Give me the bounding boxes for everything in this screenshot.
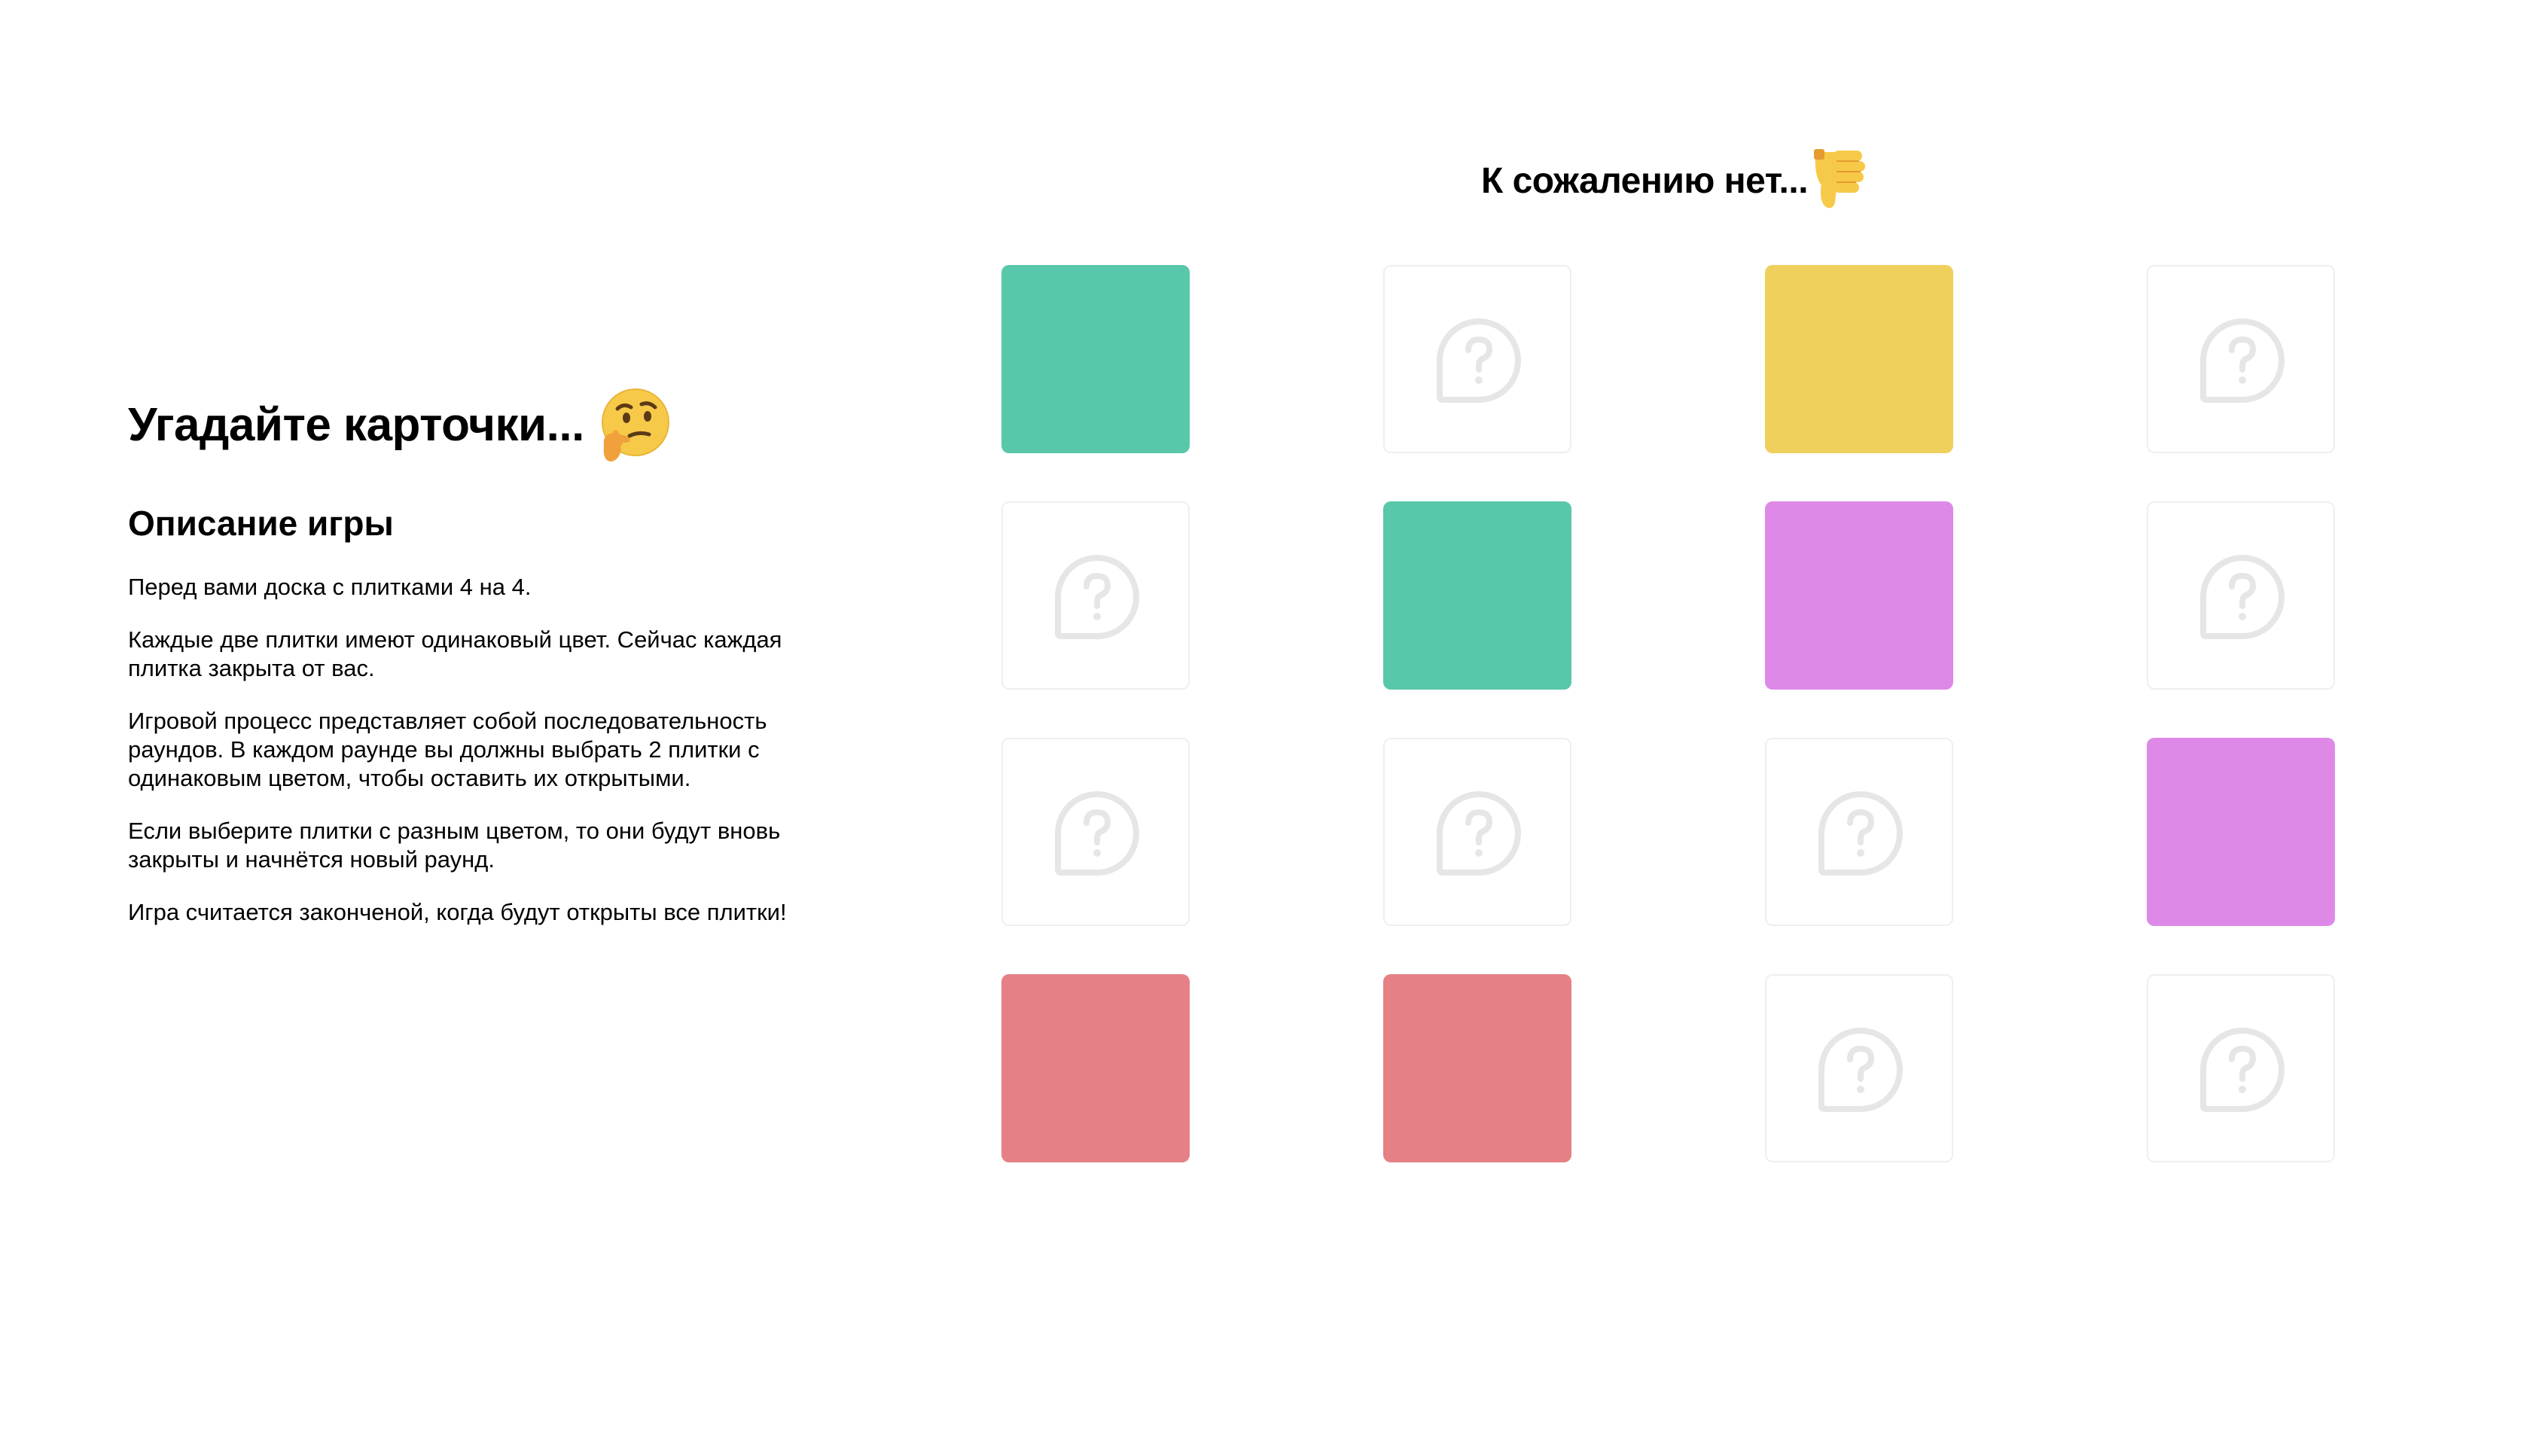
tile-open-green[interactable] — [1383, 501, 1571, 690]
page-title: Угадайте карточки... — [128, 399, 584, 451]
tile-closed[interactable] — [1383, 738, 1571, 926]
tile-open-red[interactable] — [1383, 974, 1571, 1162]
description-paragraph: Если выберите плитки с разным цветом, то… — [128, 817, 781, 873]
question-bubble-icon — [1818, 1028, 1903, 1112]
tile-open-purple[interactable] — [2147, 738, 2335, 926]
question-bubble-icon — [1055, 555, 1139, 639]
game-page: Угадайте карточки... Описание игры Перед… — [0, 0, 2530, 1456]
game-board — [1001, 265, 2349, 1162]
tile-open-green[interactable] — [1001, 265, 1190, 453]
tile-closed[interactable] — [2147, 265, 2335, 453]
game-info-panel: Угадайте карточки... Описание игры Перед… — [128, 384, 851, 951]
tile-open-red[interactable] — [1001, 974, 1190, 1162]
thinking-face-icon — [596, 386, 672, 465]
question-bubble-icon — [2200, 555, 2285, 639]
tile-open-yellow[interactable] — [1765, 265, 1953, 453]
tile-closed[interactable] — [1383, 265, 1571, 453]
description-paragraph: Игра считается законченой, когда будут о… — [128, 898, 787, 925]
tile-closed[interactable] — [1001, 738, 1190, 926]
tile-closed[interactable] — [1765, 738, 1953, 926]
status-row: К сожалению нет... — [1001, 139, 2349, 222]
question-bubble-icon — [1437, 791, 1521, 876]
description-paragraph: Перед вами доска с плитками 4 на 4. — [128, 573, 532, 600]
round-status: К сожалению нет... — [1480, 160, 1809, 201]
tile-closed[interactable] — [1765, 974, 1953, 1162]
description-heading: Описание игры — [128, 504, 394, 543]
description-paragraph: Каждые две плитки имеют одинаковый цвет.… — [128, 626, 782, 681]
question-bubble-icon — [2200, 318, 2285, 403]
title-row: Угадайте карточки... — [128, 384, 851, 467]
thumbs-down-icon — [1811, 146, 1870, 209]
question-bubble-icon — [1055, 791, 1139, 876]
question-bubble-icon — [2200, 1028, 2285, 1112]
tile-closed[interactable] — [2147, 974, 2335, 1162]
question-bubble-icon — [1437, 318, 1521, 403]
tile-closed[interactable] — [2147, 501, 2335, 690]
question-bubble-icon — [1818, 791, 1903, 876]
tile-closed[interactable] — [1001, 501, 1190, 690]
tile-open-purple[interactable] — [1765, 501, 1953, 690]
description-paragraph: Игровой процесс представляет собой после… — [128, 707, 767, 791]
